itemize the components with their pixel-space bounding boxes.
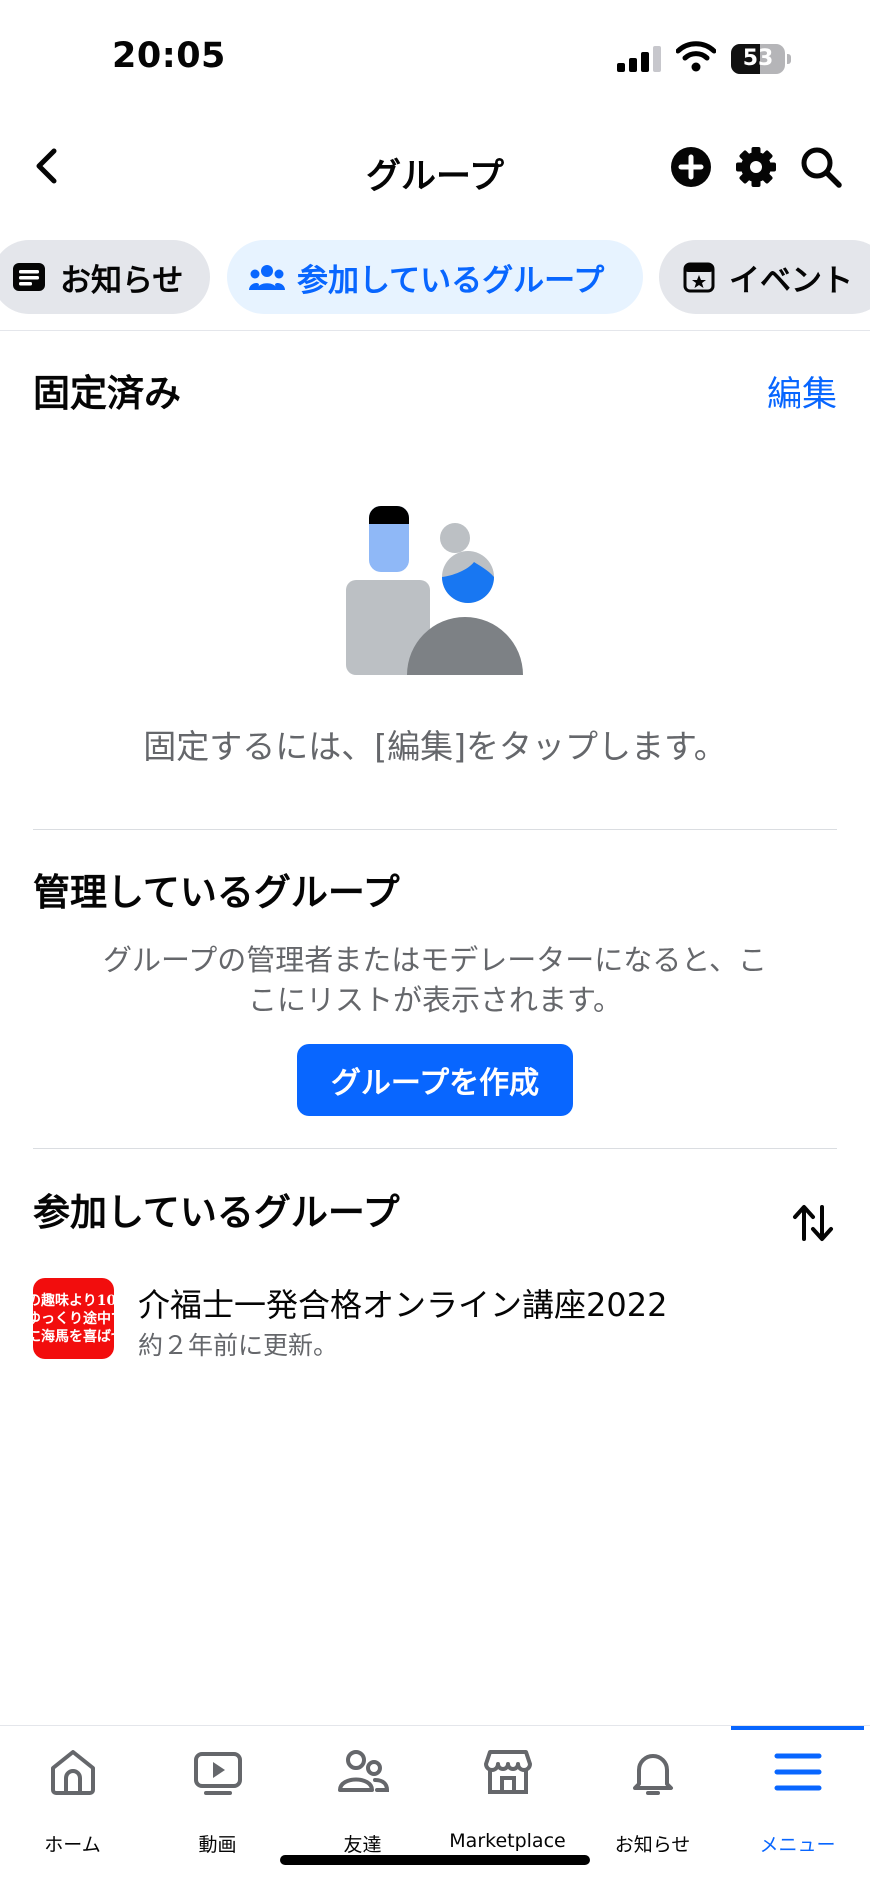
create-group-button[interactable]: グループを作成	[297, 1044, 573, 1116]
group-updated: 約２年前に更新。	[138, 1331, 339, 1360]
group-name: 介福士一発合格オンライン講座2022	[138, 1286, 668, 1324]
chip-label: 参加しているグループ	[297, 262, 605, 299]
group-thumbnail-text: ゆっくり途中で	[33, 1311, 114, 1327]
nav-label: Marketplace	[449, 1830, 566, 1852]
app-header: グループ	[0, 130, 870, 210]
joined-section-title: 参加しているグループ	[33, 1191, 400, 1234]
groups-icon	[249, 265, 285, 290]
notifications-list-icon	[13, 263, 45, 291]
plus-circle-icon[interactable]	[670, 146, 712, 188]
group-thumbnail: の趣味より10の ゆっくり途中で に海馬を喜ばせ	[33, 1278, 114, 1359]
group-list-item[interactable]: の趣味より10の ゆっくり途中で に海馬を喜ばせ 介福士一発合格オンライン講座2…	[33, 1278, 837, 1360]
sort-icon[interactable]	[790, 1203, 836, 1243]
chip-notifications[interactable]: お知らせ	[0, 240, 210, 314]
chip-label: お知らせ	[60, 262, 184, 299]
calendar-star-icon	[683, 262, 715, 293]
nav-video[interactable]: 動画	[145, 1746, 290, 1856]
filter-chips: お知らせ 参加しているグループ イベント	[0, 240, 870, 314]
managed-description: グループの管理者またはモデレーターになると、こ こにリストが表示されます。	[60, 940, 810, 1020]
group-thumbnail-text: に海馬を喜ばせ	[33, 1329, 114, 1345]
nav-active-indicator	[731, 1726, 864, 1730]
pinned-section-title: 固定済み	[33, 372, 181, 415]
search-icon[interactable]	[800, 146, 842, 188]
nav-label: ホーム	[44, 1834, 101, 1856]
video-icon	[194, 1752, 242, 1795]
managed-section-title: 管理しているグループ	[33, 871, 400, 914]
nav-notifications[interactable]: お知らせ	[580, 1746, 725, 1856]
chip-events[interactable]: イベント	[659, 240, 870, 314]
nav-marketplace[interactable]: Marketplace	[435, 1746, 580, 1856]
status-bar: 20:05 53	[0, 0, 870, 110]
gear-icon[interactable]	[735, 146, 777, 188]
groups-illustration	[346, 506, 523, 675]
friends-icon	[338, 1750, 389, 1792]
status-time: 20:05	[112, 36, 226, 76]
pinned-hint: 固定するには、[編集]をタップします。	[143, 727, 727, 766]
battery-percentage: 53	[742, 46, 774, 71]
nav-menu[interactable]: メニュー	[725, 1746, 870, 1856]
edit-link[interactable]: 編集	[767, 366, 837, 417]
divider	[33, 829, 837, 830]
divider	[33, 1148, 837, 1149]
nav-label: 動画	[198, 1834, 237, 1856]
menu-icon	[774, 1753, 822, 1791]
group-thumbnail-text: の趣味より10の	[33, 1293, 114, 1309]
wifi-icon	[676, 41, 716, 72]
cellular-signal-icon	[617, 46, 661, 72]
bell-icon	[633, 1754, 673, 1795]
home-icon	[51, 1750, 95, 1795]
chip-label: イベント	[729, 262, 853, 299]
nav-label: お知らせ	[614, 1834, 691, 1856]
chip-joined-groups[interactable]: 参加しているグループ	[227, 240, 643, 314]
nav-label: 友達	[343, 1834, 382, 1856]
home-indicator	[280, 1855, 590, 1865]
nav-label: メニュー	[759, 1834, 836, 1856]
nav-friends[interactable]: 友達	[290, 1746, 435, 1856]
marketplace-icon	[484, 1750, 532, 1794]
managed-description-line: グループの管理者またはモデレーターになると、こ	[102, 943, 768, 977]
divider	[0, 330, 870, 331]
managed-description-line: こにリストが表示されます。	[247, 983, 623, 1017]
battery-icon: 53	[731, 44, 791, 74]
nav-home[interactable]: ホーム	[0, 1746, 145, 1856]
